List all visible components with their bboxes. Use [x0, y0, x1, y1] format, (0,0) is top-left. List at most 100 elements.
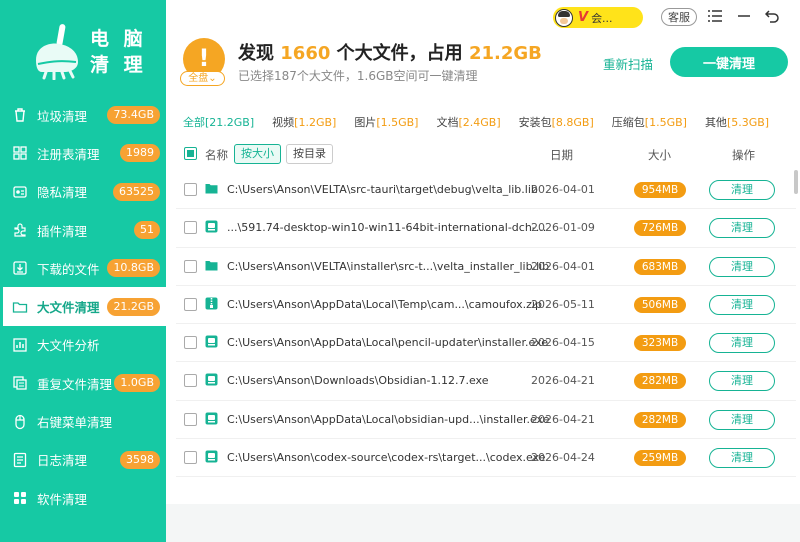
table-row: C:\Users\Anson\codex-source\codex-rs\tar…: [176, 439, 796, 478]
sidebar-item-downloads[interactable]: 下载的文件 10.8GB: [0, 249, 166, 287]
file-date: 2026-04-21: [531, 412, 595, 426]
scrollbar-thumb[interactable]: [794, 170, 798, 194]
file-date: 2026-01-09: [531, 221, 595, 235]
count-badge: 51: [134, 221, 160, 240]
table-row: C:\Users\Anson\VELTA\src-tauri\target\de…: [176, 171, 796, 210]
clean-button[interactable]: 清理: [709, 294, 775, 315]
sidebar-item-software-clean[interactable]: 软件清理: [0, 479, 166, 517]
sidebar: 电 脑 清 理 垃圾清理 73.4GB 注册表清理 1989 隐私清理 6352…: [0, 0, 166, 542]
scan-scope-label: 全盘: [188, 73, 209, 84]
category-tabs: 全部[21.2GB] 视频[1.2GB] 图片[1.5GB] 文档[2.4GB]…: [183, 114, 787, 130]
sidebar-item-large-file-analysis[interactable]: 大文件分析: [0, 326, 166, 364]
tab-size: [1.2GB]: [294, 116, 337, 129]
clean-button[interactable]: 清理: [709, 180, 775, 200]
clean-button[interactable]: 清理: [709, 218, 775, 239]
file-date: 2026-04-01: [531, 259, 595, 273]
sidebar-item-log-clean[interactable]: 日志清理 3598: [0, 441, 166, 479]
row-checkbox[interactable]: [184, 297, 197, 311]
sidebar-item-large-files[interactable]: 大文件清理 21.2GB: [0, 287, 166, 327]
table-row: C:\Users\Anson\VELTA\installer\src-t...\…: [176, 248, 796, 286]
sidebar-item-context-menu[interactable]: 右键菜单清理: [0, 402, 166, 440]
tab-other[interactable]: 其他[5.3GB]: [705, 114, 769, 130]
tab-label: 图片: [354, 116, 377, 129]
tab-size: [1.5GB]: [376, 116, 419, 129]
sort-by-size-button[interactable]: 按大小: [234, 144, 281, 164]
privacy-icon: [12, 184, 28, 200]
vip-user-badge[interactable]: V 会...: [553, 7, 643, 28]
customer-service-button[interactable]: 客服: [661, 8, 697, 26]
sidebar-item-label: 重复文件清理: [37, 376, 113, 392]
tab-all[interactable]: 全部[21.2GB]: [183, 114, 254, 130]
sidebar-item-privacy-clean[interactable]: 隐私清理 63525: [0, 173, 166, 211]
file-path: C:\Users\Anson\AppData\Local\obsidian-up…: [227, 412, 550, 426]
logo-line-1: 电 脑: [90, 28, 147, 50]
tab-size: [5.3GB]: [726, 116, 770, 129]
headline-prefix: 发现: [238, 43, 281, 64]
page-title: 发现 1660 个大文件，占用 21.2GB: [238, 39, 542, 65]
download-icon: [12, 260, 28, 276]
row-checkbox[interactable]: [184, 221, 197, 235]
folder-icon: [205, 184, 218, 194]
folder-icon: [12, 299, 28, 315]
tab-video[interactable]: 视频[1.2GB]: [272, 114, 336, 130]
tab-size: [8.8GB]: [551, 116, 594, 129]
count-badge: 63525: [113, 182, 160, 201]
duplicate-icon: [12, 375, 28, 391]
chart-icon: [12, 337, 28, 353]
vip-label: 会...: [591, 11, 613, 25]
row-checkbox[interactable]: [184, 374, 197, 388]
avatar: [555, 8, 573, 27]
back-close-icon[interactable]: [763, 6, 781, 26]
one-click-clean-button[interactable]: 一键清理: [670, 47, 788, 77]
row-checkbox[interactable]: [184, 336, 197, 350]
tab-images[interactable]: 图片[1.5GB]: [354, 114, 418, 130]
tab-installers[interactable]: 安装包[8.8GB]: [519, 114, 594, 130]
scan-scope-tag[interactable]: 全盘⌄: [180, 71, 225, 86]
sidebar-item-label: 插件清理: [37, 223, 88, 239]
sidebar-item-label: 日志清理: [37, 453, 88, 469]
row-checkbox[interactable]: [184, 412, 197, 426]
file-date: 2026-04-15: [531, 336, 595, 350]
file-size-badge: 506MB: [634, 296, 686, 313]
count-badge: 3598: [120, 450, 160, 469]
sidebar-item-registry-clean[interactable]: 注册表清理 1989: [0, 134, 166, 172]
minimize-icon[interactable]: [735, 6, 753, 26]
installer-icon: [205, 335, 218, 348]
clean-button[interactable]: 清理: [709, 409, 775, 430]
table-row: C:\Users\Anson\AppData\Local\Temp\cam...…: [176, 286, 796, 325]
apps-icon: [12, 490, 28, 506]
log-icon: [12, 452, 28, 468]
clean-button[interactable]: 清理: [709, 333, 775, 354]
select-all-checkbox[interactable]: [184, 147, 197, 160]
folder-icon: [205, 260, 218, 271]
selection-summary: 已选择187个大文件，1.6GB空间可一键清理: [238, 69, 478, 83]
row-checkbox[interactable]: [184, 451, 197, 465]
row-checkbox[interactable]: [184, 259, 197, 273]
sidebar-item-label: 下载的文件: [37, 261, 100, 277]
clean-button[interactable]: 清理: [709, 448, 775, 469]
plugin-icon: [12, 222, 28, 238]
column-name: 名称: [205, 148, 228, 162]
clean-button[interactable]: 清理: [709, 371, 775, 392]
clean-button[interactable]: 清理: [709, 256, 775, 277]
sidebar-item-label: 垃圾清理: [37, 108, 88, 124]
sidebar-item-label: 注册表清理: [37, 146, 100, 162]
menu-icon[interactable]: [706, 6, 724, 26]
list-header: 名称 按大小 按目录 日期 大小 操作: [176, 142, 796, 166]
installer-icon: [205, 450, 218, 463]
sidebar-item-duplicate-files[interactable]: 重复文件清理 1.0GB: [0, 364, 166, 402]
file-size-badge: 282MB: [634, 373, 686, 390]
sort-by-directory-button[interactable]: 按目录: [286, 144, 333, 164]
sidebar-item-plugin-clean[interactable]: 插件清理 51: [0, 211, 166, 249]
sidebar-item-label: 大文件分析: [37, 338, 100, 354]
rescan-link[interactable]: 重新扫描: [603, 54, 653, 73]
tab-documents[interactable]: 文档[2.4GB]: [436, 114, 500, 130]
sidebar-item-label: 大文件清理: [37, 300, 100, 316]
sidebar-item-junk-clean[interactable]: 垃圾清理 73.4GB: [0, 96, 166, 134]
row-checkbox[interactable]: [184, 183, 197, 196]
tab-archives[interactable]: 压缩包[1.5GB]: [612, 114, 687, 130]
headline-middle: 个大文件，占用: [330, 43, 469, 64]
count-badge: 1.0GB: [114, 374, 160, 393]
column-size: 大小: [648, 148, 671, 162]
mouse-icon: [12, 414, 28, 430]
